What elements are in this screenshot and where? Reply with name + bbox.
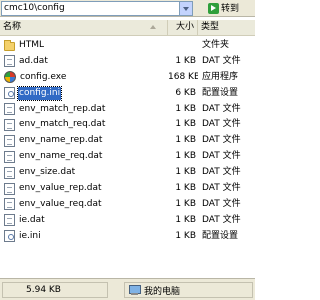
file-name: env_name_rep.dat — [19, 135, 103, 146]
file-name-cell: ie.dat — [4, 213, 169, 228]
file-name: config.exe — [20, 71, 67, 82]
file-name: env_match_req.dat — [19, 119, 106, 130]
status-bar: 5.94 KB 我的电脑 — [0, 278, 255, 300]
file-name-cell: env_value_rep.dat — [4, 181, 169, 196]
folder-icon — [4, 40, 15, 51]
file-icon — [4, 150, 15, 163]
file-row[interactable]: env_name_req.dat 1 KB DAT 文件 — [0, 149, 255, 165]
column-header-size[interactable]: 大小 — [168, 20, 198, 36]
file-type: 文件夹 — [202, 40, 230, 50]
file-type: DAT 文件 — [202, 198, 241, 209]
file-row[interactable]: config.ini 6 KB 配置设置 — [0, 85, 255, 102]
file-name-cell: env_name_req.dat — [4, 149, 169, 164]
sort-arrow-icon — [150, 25, 156, 29]
file-type: 配置设置 — [202, 230, 239, 241]
file-name-cell: ie.ini — [4, 229, 169, 244]
file-size: 168 KB — [168, 71, 198, 82]
file-size: 1 KB — [175, 135, 196, 146]
file-name-cell: env_match_rep.dat — [4, 102, 169, 117]
file-type: DAT 文件 — [202, 214, 241, 225]
status-location-panel: 我的电脑 — [124, 282, 253, 298]
file-name-cell: config.ini — [4, 85, 169, 101]
file-list: HTML 文件夹 ad.dat 1 KB DAT 文件 config.exe 168 KB 应… — [0, 38, 255, 245]
file-type: DAT 文件 — [202, 135, 241, 146]
file-name: ie.ini — [19, 230, 41, 241]
file-type: DAT 文件 — [202, 151, 241, 162]
file-row[interactable]: ie.ini 1 KB 配置设置 — [0, 229, 255, 245]
file-name: env_value_rep.dat — [19, 183, 102, 194]
go-label: 转到 — [221, 3, 240, 14]
status-size: 5.94 KB — [26, 285, 61, 295]
go-button[interactable]: 转到 — [206, 1, 253, 16]
file-size: 1 KB — [175, 151, 196, 162]
file-name-cell: config.exe — [4, 70, 169, 85]
file-size: 6 KB — [175, 87, 196, 98]
file-icon — [4, 198, 15, 211]
file-row[interactable]: env_size.dat 1 KB DAT 文件 — [0, 165, 255, 181]
file-name: ad.dat — [19, 55, 48, 66]
file-type: DAT 文件 — [202, 55, 241, 66]
address-dropdown-button[interactable] — [180, 1, 193, 16]
address-input[interactable]: cmc10\config — [1, 1, 180, 16]
file-icon — [4, 214, 15, 227]
ini-icon — [4, 230, 15, 243]
file-row[interactable]: ie.dat 1 KB DAT 文件 — [0, 213, 255, 229]
file-icon — [4, 103, 15, 116]
file-name-cell: ad.dat — [4, 54, 169, 69]
file-name-cell: env_size.dat — [4, 165, 169, 180]
file-icon — [4, 134, 15, 147]
file-type: DAT 文件 — [202, 103, 241, 114]
go-arrow-icon — [208, 3, 219, 14]
column-header: 名称 大小 类型 — [0, 20, 255, 36]
file-icon — [4, 182, 15, 195]
file-type: DAT 文件 — [202, 183, 241, 194]
file-row[interactable]: ad.dat 1 KB DAT 文件 — [0, 54, 255, 70]
file-size: 1 KB — [175, 103, 196, 114]
file-name: config.ini — [16, 85, 63, 101]
file-row[interactable]: config.exe 168 KB 应用程序 — [0, 70, 255, 86]
file-row[interactable]: env_match_rep.dat 1 KB DAT 文件 — [0, 102, 255, 118]
file-name: env_match_rep.dat — [19, 103, 106, 114]
file-name-cell: env_match_req.dat — [4, 117, 169, 132]
file-row[interactable]: env_value_rep.dat 1 KB DAT 文件 — [0, 181, 255, 197]
file-size: 1 KB — [175, 230, 196, 241]
file-icon — [4, 166, 15, 179]
file-name-cell: env_value_req.dat — [4, 197, 169, 212]
file-size: 1 KB — [175, 183, 196, 194]
status-location: 我的电脑 — [144, 286, 181, 297]
file-icon — [4, 55, 15, 68]
column-header-name[interactable]: 名称 — [0, 20, 168, 36]
column-header-type[interactable]: 类型 — [198, 20, 255, 36]
exe-icon — [4, 71, 16, 84]
address-bar: cmc10\config 转到 — [0, 0, 255, 17]
ini-icon — [4, 87, 15, 100]
file-type: 配置设置 — [202, 87, 239, 98]
file-name: env_name_req.dat — [19, 151, 103, 162]
file-row[interactable]: env_name_rep.dat 1 KB DAT 文件 — [0, 133, 255, 149]
file-name-cell: env_name_rep.dat — [4, 133, 169, 148]
file-size: 1 KB — [175, 214, 196, 225]
file-row[interactable]: env_value_req.dat 1 KB DAT 文件 — [0, 197, 255, 213]
file-name: env_value_req.dat — [19, 198, 102, 209]
my-computer-icon — [128, 284, 141, 296]
file-name: HTML — [19, 40, 45, 50]
file-row[interactable]: env_match_req.dat 1 KB DAT 文件 — [0, 117, 255, 133]
file-type: DAT 文件 — [202, 167, 241, 178]
file-icon — [4, 118, 15, 131]
file-size: 1 KB — [175, 119, 196, 130]
file-name: ie.dat — [19, 214, 45, 225]
file-type: 应用程序 — [202, 71, 239, 82]
file-size: 1 KB — [175, 198, 196, 209]
file-name-cell: HTML — [4, 38, 169, 53]
file-size: 1 KB — [175, 167, 196, 178]
file-name: env_size.dat — [19, 167, 76, 178]
file-type: DAT 文件 — [202, 119, 241, 130]
file-row[interactable]: HTML 文件夹 — [0, 38, 255, 54]
file-size: 1 KB — [175, 55, 196, 66]
